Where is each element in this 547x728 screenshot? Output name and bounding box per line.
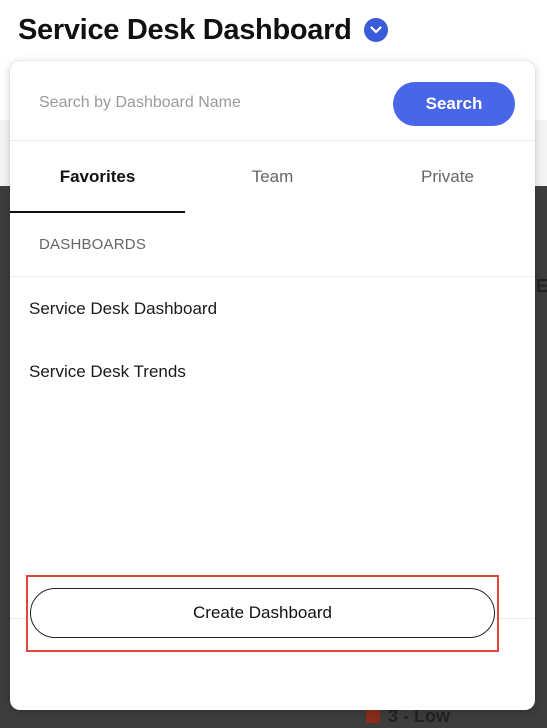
tab-bar: Favorites Team Private [10,141,535,213]
section-header-dashboards: DASHBOARDS [10,213,535,277]
tab-favorites[interactable]: Favorites [10,141,185,213]
tab-team[interactable]: Team [185,141,360,213]
page: E 3 - Low Service Desk Dashboard Search … [0,0,547,728]
tab-private[interactable]: Private [360,141,535,213]
search-input[interactable] [30,83,370,123]
chevron-down-icon [369,26,382,34]
dashboard-list: Service Desk Dashboard Service Desk Tren… [10,277,535,403]
search-button[interactable]: Search [393,82,515,126]
search-row: Search [10,61,535,141]
page-title: Service Desk Dashboard [18,13,352,46]
dashboard-selector-toggle[interactable] [363,18,388,42]
background-edge-text: E [536,276,547,296]
list-item[interactable]: Service Desk Trends [10,340,535,403]
legend-swatch [366,709,380,723]
page-header: Service Desk Dashboard [18,10,388,50]
create-dashboard-button[interactable]: Create Dashboard [30,588,495,638]
list-item[interactable]: Service Desk Dashboard [10,277,535,340]
